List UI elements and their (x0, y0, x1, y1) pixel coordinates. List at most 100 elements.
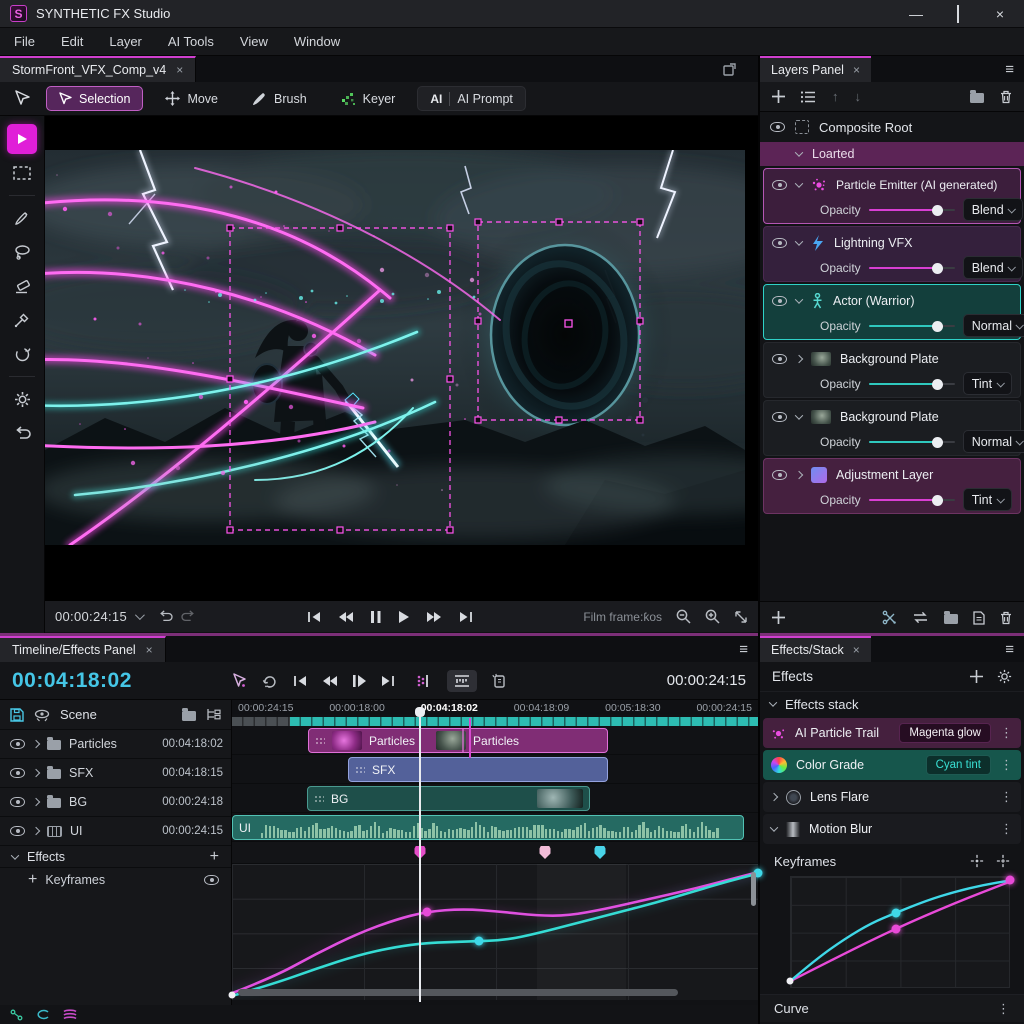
add-layer-button[interactable] (772, 90, 785, 103)
step-back-button[interactable] (322, 675, 338, 687)
timeline-menu-icon[interactable]: ≡ (739, 641, 748, 658)
visibility-eye-icon[interactable] (770, 122, 785, 132)
maximize-button[interactable] (950, 6, 966, 22)
timeline-tab-close-icon[interactable]: × (146, 643, 153, 657)
horizontal-scrollbar[interactable] (238, 989, 678, 996)
undo-tool-icon[interactable] (7, 418, 37, 448)
play-pause-button[interactable] (353, 675, 366, 687)
ui-clip[interactable]: UI (232, 815, 744, 840)
effect-badge[interactable]: Magenta glow (899, 723, 991, 743)
track-row-sfx[interactable]: SFX 00:04:18:15 (0, 759, 231, 788)
keyframe-dot-cyan[interactable] (891, 908, 900, 917)
minimize-button[interactable]: — (908, 6, 924, 22)
add-effect-button[interactable]: + (210, 849, 219, 865)
trash-icon[interactable] (1000, 611, 1012, 625)
opacity-slider[interactable] (869, 204, 955, 216)
opacity-slider[interactable] (869, 320, 955, 332)
keyframe-dot-magenta[interactable] (891, 924, 900, 933)
chevron-right-icon[interactable] (32, 769, 40, 777)
viewport-canvas[interactable]: 00:00:24:15 Film frame:ƙos (45, 116, 758, 632)
add-effect-button[interactable] (970, 670, 983, 683)
menu-edit[interactable]: Edit (61, 34, 83, 49)
visibility-eye-icon[interactable] (10, 739, 25, 749)
keyframe-dot-cyan[interactable] (475, 936, 484, 945)
cursor-icon[interactable] (14, 90, 30, 108)
folder-icon[interactable] (182, 709, 196, 721)
menu-file[interactable]: File (14, 34, 35, 49)
preview-status-icon[interactable] (36, 1009, 50, 1020)
move-keyframe-icon[interactable] (970, 854, 984, 868)
track-row-bg[interactable]: BG 00:00:24:18 (0, 788, 231, 817)
tab-effects-stack[interactable]: Effects/Stack × (760, 636, 871, 662)
keyframe-marker-pink[interactable] (540, 846, 551, 859)
curve-editor[interactable] (232, 864, 758, 1000)
settings-gear-icon[interactable] (7, 384, 37, 414)
eraser-tool-icon[interactable] (7, 271, 37, 301)
keyframes-section-row[interactable]: + Keyframes (0, 868, 231, 892)
layer-row-adjustment-layer[interactable]: Adjustment Layer Opacity Tint (763, 458, 1021, 514)
opacity-slider[interactable] (869, 436, 955, 448)
add-button[interactable] (772, 611, 785, 624)
tab-timeline-effects[interactable]: Timeline/Effects Panel × (0, 636, 166, 662)
visibility-eye-icon[interactable] (772, 412, 787, 422)
timecode-dropdown-icon[interactable] (135, 610, 145, 620)
float-panel-icon[interactable] (723, 63, 736, 76)
chevron-down-icon[interactable] (11, 851, 19, 859)
clip-settings-icon[interactable] (492, 673, 507, 688)
visibility-eye-icon[interactable] (772, 180, 787, 190)
keyframe-marker-cyan[interactable] (595, 846, 606, 859)
blend-mode-dropdown[interactable]: Normal (963, 430, 1024, 453)
layers-tab-close-icon[interactable]: × (853, 63, 860, 77)
effect-row-motion-blur[interactable]: Motion Blur ⋮ (763, 814, 1021, 844)
layer-row-actor-warrior[interactable]: Actor (Warrior) Opacity Normal (763, 284, 1021, 340)
selection-tool-button[interactable]: Selection (46, 86, 143, 111)
layer-list-icon[interactable] (801, 91, 816, 103)
blend-mode-dropdown[interactable]: Blend (963, 198, 1023, 221)
menu-window[interactable]: Window (294, 34, 340, 49)
skip-end-button[interactable] (459, 611, 473, 623)
timeline-current-timecode[interactable]: 00:04:18:02 (12, 669, 132, 693)
chevron-down-icon[interactable] (795, 411, 803, 419)
tab-layers-panel[interactable]: Layers Panel × (760, 56, 871, 82)
layers-menu-icon[interactable]: ≡ (1005, 61, 1014, 78)
loop-swap-icon[interactable] (912, 611, 929, 624)
effects-section-row[interactable]: Effects + (0, 846, 231, 868)
select-cursor-icon[interactable] (232, 673, 247, 689)
chevron-down-icon[interactable] (769, 698, 777, 706)
blend-mode-dropdown[interactable]: Tint (963, 488, 1012, 511)
visibility-eye-icon[interactable] (772, 470, 787, 480)
play-tool-button[interactable] (7, 124, 37, 154)
track-row-particles[interactable]: Particles 00:04:18:02 (0, 730, 231, 759)
layer-row-particle-emitter[interactable]: Particle Emitter (AI generated) Opacity … (763, 168, 1021, 224)
loop-playback-icon[interactable] (262, 674, 278, 688)
visibility-eye-icon[interactable] (772, 296, 787, 306)
kebab-menu-icon[interactable]: ⋮ (1000, 757, 1013, 773)
effects-stack-group[interactable]: Effects stack (760, 692, 1024, 716)
pause-button[interactable] (371, 611, 381, 623)
redo-history-icon[interactable] (181, 610, 196, 623)
brush-tool-button[interactable]: Brush (240, 86, 319, 111)
track-row-ui[interactable]: UI 00:00:24:15 (0, 817, 231, 846)
kebab-menu-icon[interactable]: ⋮ (1000, 821, 1013, 837)
effect-badge[interactable]: Cyan tint (926, 755, 991, 775)
kebab-menu-icon[interactable]: ⋮ (1000, 725, 1013, 741)
blend-mode-dropdown[interactable]: Normal (963, 314, 1024, 337)
move-all-keyframes-icon[interactable] (996, 854, 1010, 868)
menu-ai-tools[interactable]: AI Tools (168, 34, 214, 49)
ai-prompt-button[interactable]: AI AI Prompt (417, 86, 526, 111)
delete-layer-button[interactable] (1000, 90, 1012, 104)
chevron-down-icon[interactable] (795, 148, 803, 156)
blend-mode-dropdown[interactable]: Blend (963, 256, 1023, 279)
layer-row-background-plate-1[interactable]: Background Plate Opacity Tint (763, 342, 1021, 398)
opacity-slider[interactable] (869, 494, 955, 506)
chevron-down-icon[interactable] (795, 295, 803, 303)
add-keyframe-button[interactable]: + (28, 872, 37, 888)
chevron-right-icon[interactable] (795, 470, 803, 478)
keyframes-graph[interactable] (790, 876, 1010, 988)
curve-row[interactable]: Curve ⋮ (760, 994, 1024, 1022)
layer-row-composite-root[interactable]: Composite Root (760, 112, 1024, 142)
document-icon[interactable] (973, 611, 985, 625)
opacity-slider[interactable] (869, 262, 955, 274)
effects-menu-icon[interactable]: ≡ (1005, 641, 1014, 658)
chevron-down-icon[interactable] (795, 237, 803, 245)
